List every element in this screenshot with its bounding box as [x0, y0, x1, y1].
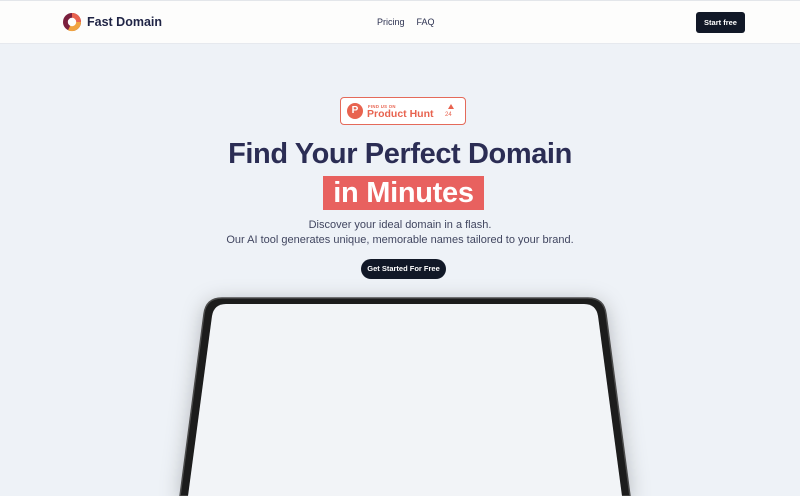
site-header: Fast Domain Pricing FAQ Start free — [0, 0, 800, 44]
product-hunt-logo-icon: P — [347, 103, 363, 119]
get-started-button[interactable]: Get Started For Free — [361, 259, 446, 279]
hero-title-highlight: in Minutes — [323, 176, 484, 210]
nav-link-pricing[interactable]: Pricing — [377, 17, 405, 27]
hero-subtitle-line1: Discover your ideal domain in a flash. — [308, 219, 492, 231]
upvote-count: 24 — [445, 112, 452, 118]
fast-domain-logo-icon — [63, 13, 82, 32]
main-nav: Pricing FAQ — [377, 17, 447, 27]
product-hunt-name: Product Hunt — [367, 108, 434, 120]
tablet-mockup — [179, 297, 631, 496]
product-hunt-badge[interactable]: P FIND US ON Product Hunt 24 — [340, 97, 466, 125]
hero-title: Find Your Perfect Domain — [228, 138, 572, 170]
upvote-triangle-icon — [448, 104, 454, 109]
hero-subtitle-line2: Our AI tool generates unique, memorable … — [226, 234, 574, 246]
start-free-button[interactable]: Start free — [696, 12, 745, 33]
brand-name: Fast Domain — [87, 15, 163, 29]
nav-link-faq[interactable]: FAQ — [417, 17, 435, 27]
brand-logo[interactable]: Fast Domain — [62, 12, 162, 32]
